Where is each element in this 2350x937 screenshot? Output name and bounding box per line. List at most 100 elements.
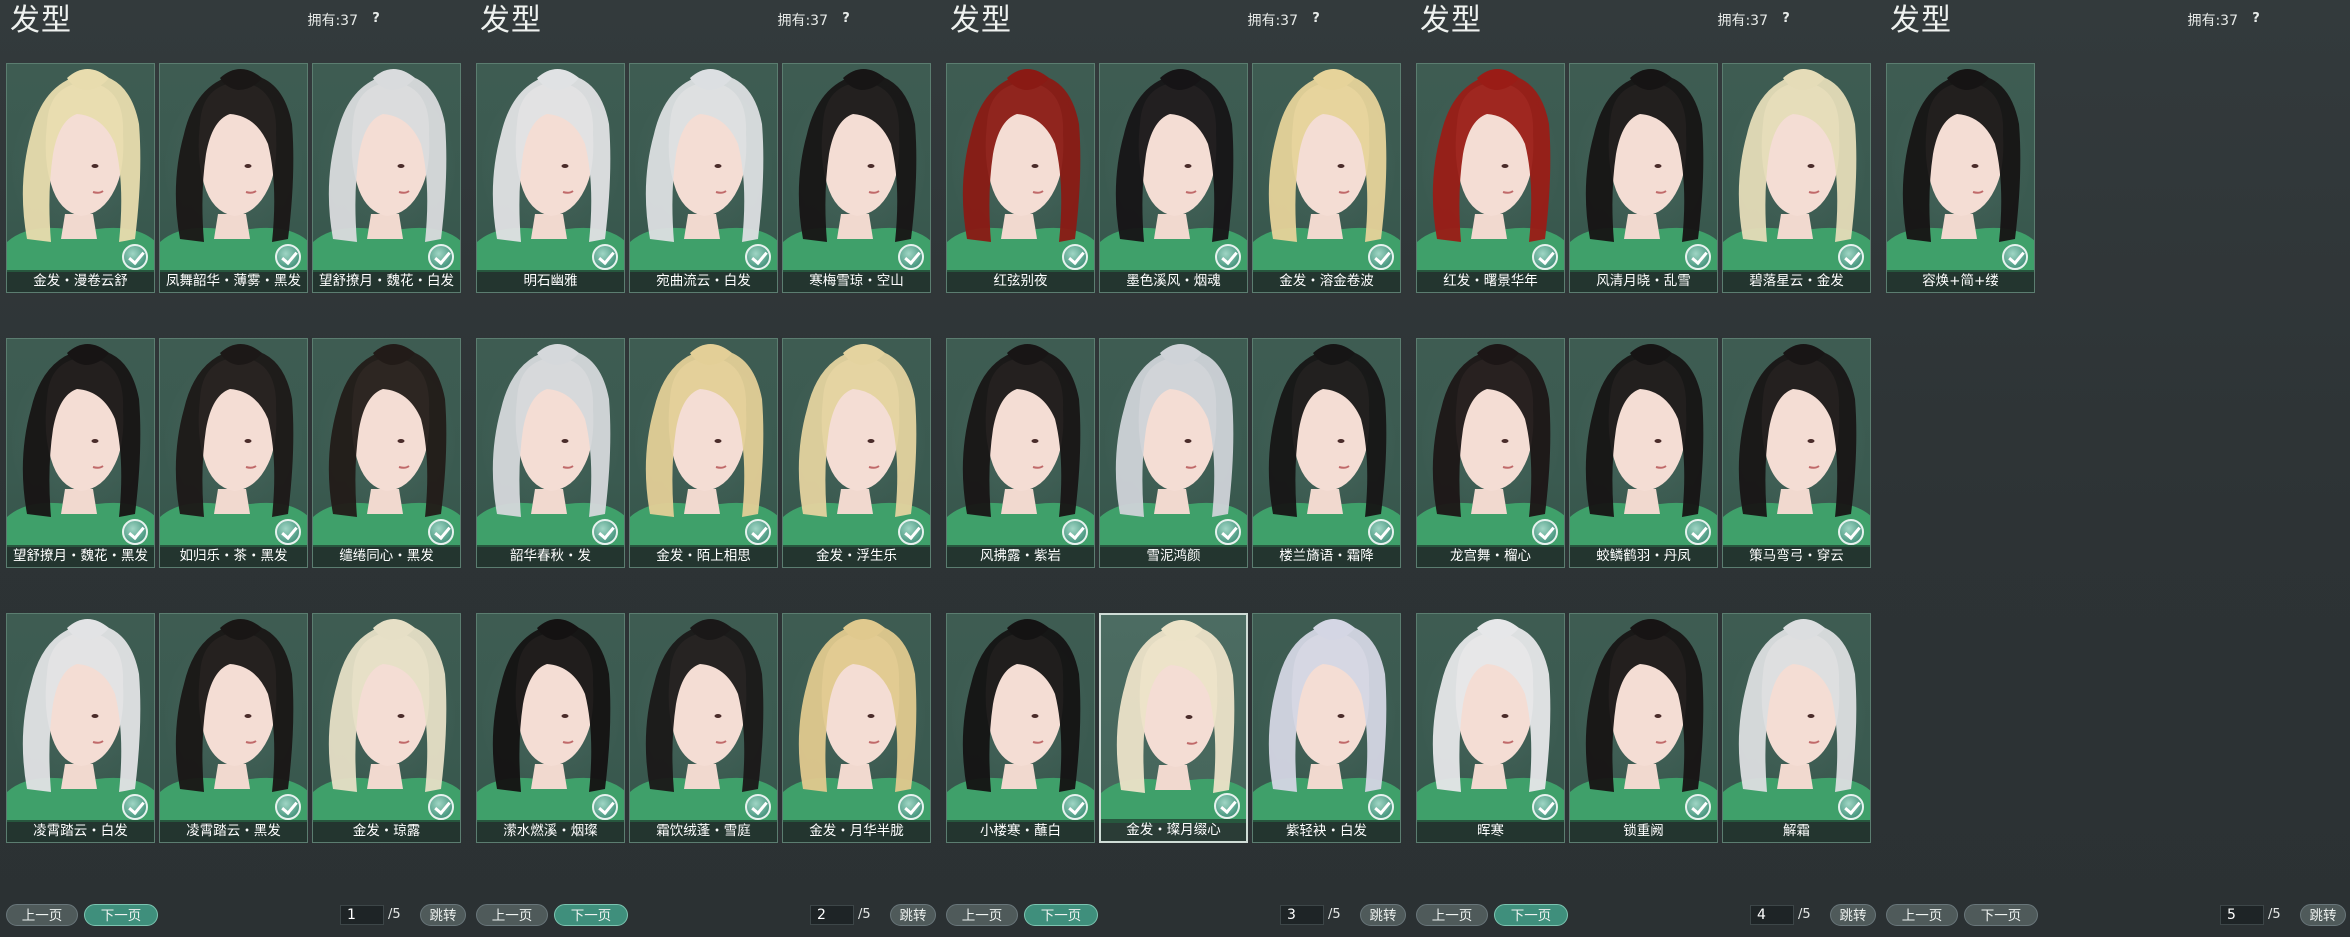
owned-check-icon bbox=[275, 244, 301, 270]
hairstyle-card[interactable]: 寒梅雪琼・空山 bbox=[782, 63, 931, 293]
next-page-button[interactable]: 下一页 bbox=[554, 904, 628, 926]
hairstyle-portrait bbox=[947, 344, 1094, 547]
hairstyle-portrait bbox=[1570, 344, 1717, 547]
hairstyle-portrait bbox=[947, 69, 1094, 272]
hairstyle-card[interactable]: 风拂露・紫岩 bbox=[946, 338, 1095, 568]
prev-page-button[interactable]: 上一页 bbox=[946, 904, 1018, 926]
owned-check-icon bbox=[1838, 244, 1864, 270]
owned-check-icon bbox=[1685, 244, 1711, 270]
hairstyle-portrait bbox=[783, 69, 930, 272]
help-icon[interactable]: ? bbox=[2248, 11, 2264, 27]
hairstyle-card[interactable]: 风清月晓・乱雪 bbox=[1569, 63, 1718, 293]
hairstyle-card[interactable]: 凤舞韶华・薄雾・黑发 bbox=[159, 63, 308, 293]
hairstyle-card[interactable]: 凌霄踏云・白发 bbox=[6, 613, 155, 843]
hairstyle-card[interactable]: 锁重阙 bbox=[1569, 613, 1718, 843]
hairstyle-card[interactable]: 望舒撩月・魏花・白发 bbox=[312, 63, 461, 293]
pagination: 上一页下一页/5 跳转 bbox=[0, 904, 470, 930]
next-page-button[interactable]: 下一页 bbox=[1024, 904, 1098, 926]
hairstyle-name: 潆水燃溪・烟璨 bbox=[477, 820, 624, 842]
hairstyle-portrait bbox=[1100, 344, 1247, 547]
hairstyle-card[interactable]: 碧落星云・金发 bbox=[1722, 63, 1871, 293]
hairstyle-card[interactable]: 金发・陌上相思 bbox=[629, 338, 778, 568]
hairstyle-portrait bbox=[313, 69, 460, 272]
next-page-button[interactable]: 下一页 bbox=[84, 904, 158, 926]
hairstyle-card[interactable]: 凌霄踏云・黑发 bbox=[159, 613, 308, 843]
page-number-input[interactable] bbox=[2220, 905, 2264, 925]
pagination: 上一页下一页/5 跳转 bbox=[470, 904, 940, 930]
help-icon[interactable]: ? bbox=[368, 11, 384, 27]
help-icon[interactable]: ? bbox=[1778, 11, 1794, 27]
hairstyle-card[interactable]: 望舒撩月・魏花・黑发 bbox=[6, 338, 155, 568]
hairstyle-card[interactable]: 容焕+简+缕 bbox=[1886, 63, 2035, 293]
hairstyle-card[interactable]: 策马弯弓・穿云 bbox=[1722, 338, 1871, 568]
hairstyle-panel: 发型 拥有:37? 明石幽雅 宛曲流云・白发 寒梅雪琼・空山 韶华春秋・发 金发・陌上相思金… bbox=[470, 0, 940, 937]
hairstyle-card[interactable]: 金发・琼露 bbox=[312, 613, 461, 843]
page-number-input[interactable] bbox=[810, 905, 854, 925]
hairstyle-portrait bbox=[1723, 344, 1870, 547]
hairstyle-card[interactable]: 宛曲流云・白发 bbox=[629, 63, 778, 293]
hairstyle-portrait bbox=[1723, 619, 1870, 822]
panel-title: 发型 bbox=[10, 3, 72, 38]
jump-button[interactable]: 跳转 bbox=[1830, 904, 1876, 926]
hairstyle-card[interactable]: 小楼寒・蘸白 bbox=[946, 613, 1095, 843]
next-page-button[interactable]: 下一页 bbox=[1964, 904, 2038, 926]
prev-page-button[interactable]: 上一页 bbox=[6, 904, 78, 926]
hairstyle-portrait bbox=[783, 619, 930, 822]
hairstyle-card[interactable]: 龙宫舞・榴心 bbox=[1416, 338, 1565, 568]
owned-check-icon bbox=[592, 244, 618, 270]
hairstyle-name: 凤舞韶华・薄雾・黑发 bbox=[160, 270, 307, 292]
hairstyle-card[interactable]: 金发・漫卷云舒 bbox=[6, 63, 155, 293]
prev-page-button[interactable]: 上一页 bbox=[1416, 904, 1488, 926]
hairstyle-portrait bbox=[1723, 69, 1870, 272]
hairstyle-card[interactable]: 金发・璨月缀心 bbox=[1099, 613, 1248, 843]
help-icon[interactable]: ? bbox=[838, 11, 854, 27]
jump-button[interactable]: 跳转 bbox=[420, 904, 466, 926]
help-icon[interactable]: ? bbox=[1308, 11, 1324, 27]
hairstyle-name: 凌霄踏云・白发 bbox=[7, 820, 154, 842]
hairstyle-card[interactable]: 雪泥鸿颜 bbox=[1099, 338, 1248, 568]
hairstyle-card[interactable]: 红发・曙景华年 bbox=[1416, 63, 1565, 293]
jump-button[interactable]: 跳转 bbox=[2300, 904, 2346, 926]
hairstyle-portrait bbox=[1887, 69, 2034, 272]
next-page-button[interactable]: 下一页 bbox=[1494, 904, 1568, 926]
owned-check-icon bbox=[1062, 244, 1088, 270]
hairstyle-portrait bbox=[477, 69, 624, 272]
hairstyle-name: 小楼寒・蘸白 bbox=[947, 820, 1094, 842]
hairstyle-card[interactable]: 霜饮绒蓬・雪庭 bbox=[629, 613, 778, 843]
jump-button[interactable]: 跳转 bbox=[890, 904, 936, 926]
hairstyle-card[interactable]: 明石幽雅 bbox=[476, 63, 625, 293]
hairstyle-portrait bbox=[1253, 619, 1400, 822]
hairstyle-name: 霜饮绒蓬・雪庭 bbox=[630, 820, 777, 842]
hairstyle-portrait bbox=[160, 619, 307, 822]
hairstyle-name: 晖寒 bbox=[1417, 820, 1564, 842]
prev-page-button[interactable]: 上一页 bbox=[1886, 904, 1958, 926]
owned-check-icon bbox=[1062, 794, 1088, 820]
hairstyle-card[interactable]: 韶华春秋・发 bbox=[476, 338, 625, 568]
hairstyle-card[interactable]: 蛟鳞鹤羽・丹凤 bbox=[1569, 338, 1718, 568]
hairstyle-card[interactable]: 缱绻同心・黑发 bbox=[312, 338, 461, 568]
jump-button[interactable]: 跳转 bbox=[1360, 904, 1406, 926]
hairstyle-portrait bbox=[1570, 619, 1717, 822]
hairstyle-card[interactable]: 如归乐・茶・黑发 bbox=[159, 338, 308, 568]
page-number-input[interactable] bbox=[1280, 905, 1324, 925]
owned-check-icon bbox=[122, 519, 148, 545]
hairstyle-card[interactable]: 金发・浮生乐 bbox=[782, 338, 931, 568]
hairstyle-card[interactable]: 紫轻袂・白发 bbox=[1252, 613, 1401, 843]
prev-page-button[interactable]: 上一页 bbox=[476, 904, 548, 926]
hairstyle-name: 风拂露・紫岩 bbox=[947, 545, 1094, 567]
hairstyle-card[interactable]: 墨色溪风・烟魂 bbox=[1099, 63, 1248, 293]
hairstyle-card[interactable]: 楼兰旖语・霜降 bbox=[1252, 338, 1401, 568]
hairstyle-card[interactable]: 解霜 bbox=[1722, 613, 1871, 843]
pagination: 上一页下一页/5 跳转 bbox=[940, 904, 1410, 930]
owned-check-icon bbox=[898, 519, 924, 545]
hairstyle-card[interactable]: 潆水燃溪・烟璨 bbox=[476, 613, 625, 843]
hairstyle-name: 紫轻袂・白发 bbox=[1253, 820, 1400, 842]
hairstyle-card[interactable]: 晖寒 bbox=[1416, 613, 1565, 843]
hairstyle-portrait bbox=[160, 344, 307, 547]
hairstyle-card[interactable]: 金发・溶金卷波 bbox=[1252, 63, 1401, 293]
hairstyle-card[interactable]: 红弦别夜 bbox=[946, 63, 1095, 293]
page-number-input[interactable] bbox=[340, 905, 384, 925]
page-total: /5 bbox=[1328, 907, 1341, 922]
page-number-input[interactable] bbox=[1750, 905, 1794, 925]
hairstyle-card[interactable]: 金发・月华半胧 bbox=[782, 613, 931, 843]
